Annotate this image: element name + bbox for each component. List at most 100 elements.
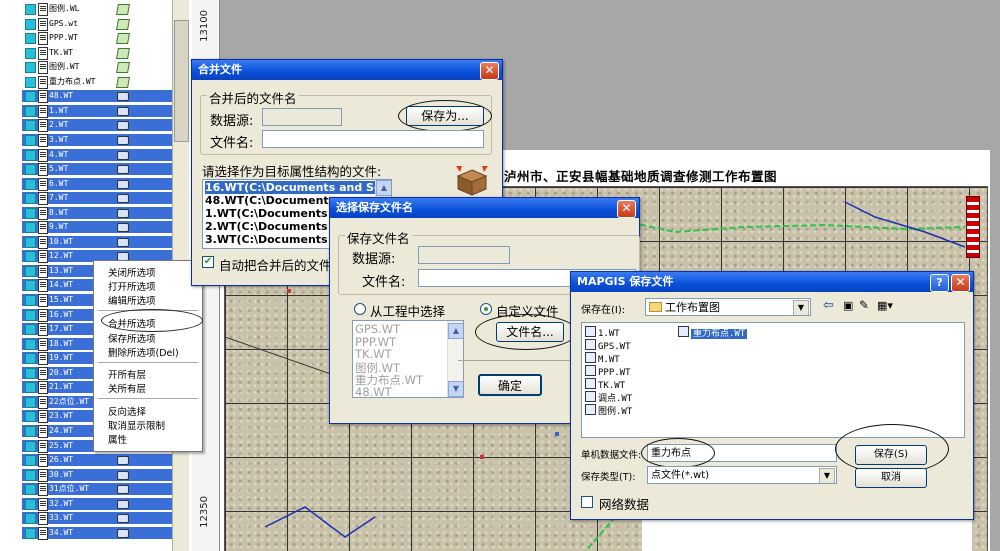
filetype-dropdown[interactable]: 点文件(*.wt) ▼: [647, 466, 837, 484]
layer-visibility-checkbox[interactable]: [25, 440, 36, 452]
scroll-thumb[interactable]: [174, 20, 189, 142]
merge-file-item[interactable]: 16.WT(C:\Documents and Settin: [205, 181, 391, 194]
back-arrow-icon[interactable]: ⇦: [823, 298, 834, 313]
ok-button[interactable]: 确定: [478, 374, 542, 396]
layer-visibility-checkbox[interactable]: [25, 164, 36, 176]
layer-visibility-checkbox[interactable]: [25, 47, 36, 59]
layer-row[interactable]: 26.WT: [22, 454, 172, 468]
hidden-state-icon[interactable]: [116, 527, 129, 538]
chevron-down-icon[interactable]: ▼: [819, 468, 835, 483]
project-list-scrollbar[interactable]: ▲ ▼: [447, 321, 463, 397]
layer-row[interactable]: 6.WT: [22, 177, 172, 191]
hidden-state-icon[interactable]: [116, 236, 129, 247]
layer-visibility-checkbox[interactable]: [25, 265, 36, 277]
layer-visibility-checkbox[interactable]: [25, 498, 36, 510]
layer-visibility-checkbox[interactable]: [25, 76, 36, 88]
layer-row[interactable]: 10.WT: [22, 235, 172, 249]
layer-visibility-checkbox[interactable]: [25, 149, 36, 161]
hidden-state-icon[interactable]: [116, 221, 129, 233]
edit-state-icon[interactable]: [116, 32, 128, 43]
layer-visibility-checkbox[interactable]: [25, 513, 36, 525]
hidden-state-icon[interactable]: [116, 163, 129, 175]
scroll-up-icon[interactable]: ▲: [376, 180, 391, 196]
merge-file-item[interactable]: 1.WT(C:\Documents an: [205, 207, 347, 220]
scroll-down-icon[interactable]: ▼: [448, 381, 463, 397]
layer-visibility-checkbox[interactable]: [25, 33, 36, 45]
edit-state-icon[interactable]: [116, 47, 128, 58]
layer-row[interactable]: 8.WT: [22, 206, 172, 220]
hidden-state-icon[interactable]: [116, 207, 129, 218]
layer-visibility-checkbox[interactable]: [25, 280, 36, 292]
mapgis-dialog-close-icon[interactable]: ✕: [951, 274, 970, 292]
layer-visibility-checkbox[interactable]: [25, 4, 36, 15]
merge-filename-field[interactable]: [262, 130, 484, 148]
mapgis-file-item[interactable]: TK.WT: [585, 378, 625, 391]
layer-row[interactable]: 32.WT: [22, 497, 172, 511]
layer-visibility-checkbox[interactable]: [25, 455, 36, 467]
menu-open-all[interactable]: 开所有层: [108, 367, 146, 381]
layer-visibility-checkbox[interactable]: [25, 396, 36, 408]
project-file-list[interactable]: GPS.WT PPP.WT TK.WT 图例.WT 重力布点.WT 48.WT ▲ ▼: [352, 320, 464, 398]
mapgis-file-item[interactable]: M.WT: [585, 352, 620, 365]
edit-state-icon[interactable]: [116, 3, 128, 14]
merge-file-item[interactable]: 3.WT(C:\Documents an: [205, 233, 347, 246]
layer-visibility-checkbox[interactable]: [25, 425, 36, 437]
merge-dialog-close-icon[interactable]: ✕: [480, 62, 499, 80]
menu-save-selected[interactable]: 保存所选项: [108, 331, 156, 345]
layer-row[interactable]: 图例.WT: [22, 61, 172, 75]
hidden-state-icon[interactable]: [116, 512, 129, 524]
hidden-state-icon[interactable]: [116, 469, 129, 480]
mapgis-file-list[interactable]: 1.WT GPS.WT M.WT PPP.WT TK.WT 调点.WT 图例.WT 重力布点…: [581, 322, 965, 438]
layer-visibility-checkbox[interactable]: [25, 18, 36, 30]
layer-visibility-checkbox[interactable]: [25, 236, 36, 248]
menu-invert-selection[interactable]: 反向选择: [108, 404, 146, 418]
new-folder-icon[interactable]: ✎: [859, 298, 869, 312]
layer-row[interactable]: 48.WT: [22, 90, 172, 104]
edit-state-icon[interactable]: [116, 76, 128, 87]
mapgis-file-item-selected[interactable]: 重力布点.WT: [678, 326, 748, 339]
mapgis-file-item[interactable]: 图例.WT: [585, 404, 632, 417]
layer-row[interactable]: GPS.wt: [22, 17, 172, 31]
menu-close-selected[interactable]: 关闭所选项: [108, 265, 156, 279]
layer-row[interactable]: 33.WT: [22, 512, 172, 526]
hidden-state-icon[interactable]: [116, 178, 129, 189]
layer-row[interactable]: 30.WT: [22, 468, 172, 482]
layer-row[interactable]: 34.WT: [22, 526, 172, 540]
layer-visibility-checkbox[interactable]: [25, 120, 36, 132]
help-icon[interactable]: ?: [930, 274, 949, 292]
hidden-state-icon[interactable]: [116, 90, 129, 102]
layer-visibility-checkbox[interactable]: [25, 251, 36, 263]
mapgis-dialog-titlebar[interactable]: MAPGIS 保存文件: [571, 272, 973, 292]
layer-row[interactable]: 3.WT: [22, 133, 172, 147]
layer-row[interactable]: 4.WT: [22, 148, 172, 162]
edit-state-icon[interactable]: [116, 18, 128, 29]
layer-visibility-checkbox[interactable]: [25, 62, 36, 74]
menu-properties[interactable]: 属性: [108, 432, 127, 446]
layer-visibility-checkbox[interactable]: [25, 222, 36, 234]
hidden-state-icon[interactable]: [116, 498, 129, 509]
layer-visibility-checkbox[interactable]: [25, 91, 36, 103]
hidden-state-icon[interactable]: [116, 483, 129, 495]
mapgis-cancel-button[interactable]: 取消: [855, 468, 927, 488]
layer-row[interactable]: 1.WT: [22, 104, 172, 118]
layer-row[interactable]: 9.WT: [22, 221, 172, 235]
save-name-dialog-close-icon[interactable]: ✕: [617, 200, 636, 218]
merge-file-item[interactable]: 48.WT(C:\Documents a: [205, 194, 347, 207]
layer-visibility-checkbox[interactable]: [25, 469, 36, 481]
hidden-state-icon[interactable]: [116, 105, 129, 116]
project-file-item[interactable]: 48.WT: [355, 385, 392, 398]
layer-row[interactable]: 7.WT: [22, 192, 172, 206]
layer-visibility-checkbox[interactable]: [25, 353, 36, 365]
layer-row[interactable]: 重力布点.WT: [22, 75, 172, 89]
hidden-state-icon[interactable]: [116, 192, 129, 204]
layer-visibility-checkbox[interactable]: [25, 324, 36, 336]
network-data-checkbox[interactable]: [581, 496, 593, 508]
layer-visibility-checkbox[interactable]: [25, 295, 36, 306]
view-menu-icon[interactable]: ▦▾: [877, 299, 893, 312]
layer-row[interactable]: 2.WT: [22, 119, 172, 133]
merge-file-item[interactable]: 2.WT(C:\Documents an: [205, 220, 347, 233]
layer-row[interactable]: 31点位.WT: [22, 483, 172, 497]
layer-visibility-checkbox[interactable]: [25, 178, 36, 190]
layer-visibility-checkbox[interactable]: [25, 134, 36, 146]
menu-cancel-display-limit[interactable]: 取消显示限制: [108, 418, 165, 432]
